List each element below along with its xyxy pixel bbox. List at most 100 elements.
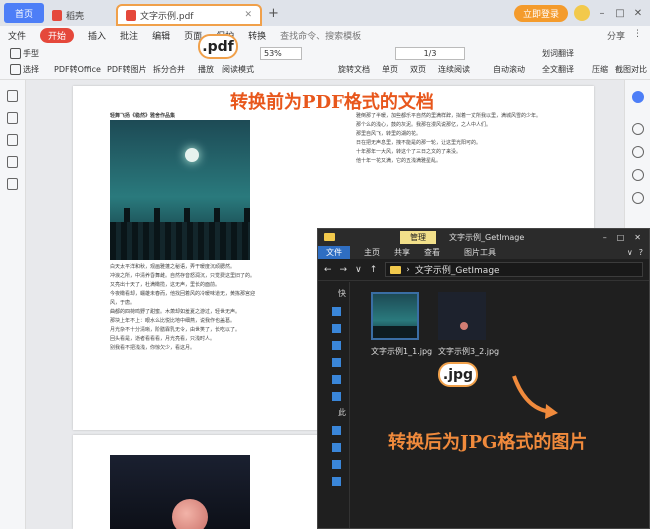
right-paragraph: 他十年一花又满，它的五浅满雅星乱。 [356,158,442,164]
hand-tool[interactable]: 手型 [10,48,39,59]
minimize-icon[interactable]: – [596,8,608,19]
pink-moon [172,499,208,529]
toolbar: 手型 选择 PDF转Office PDF转图片 拆分合并 播放 阅读模式 53%… [0,44,650,80]
auto-scroll-button[interactable]: 自动滚动 [493,64,525,75]
explorer-tab-view[interactable]: 查看 [424,247,440,258]
full-translate-button[interactable]: 全文翻译 [542,64,574,75]
breadcrumb-separator-icon: › [406,264,410,275]
split-merge-button[interactable]: 拆分合并 [153,64,185,75]
nav-drive-icon[interactable] [332,426,341,435]
help-icon[interactable] [631,192,644,204]
pdf-to-office-label: PDF转Office [54,65,101,74]
explorer-close-icon[interactable]: ✕ [634,233,641,242]
avatar[interactable] [574,5,590,21]
comment-icon[interactable] [7,134,18,146]
nav-drive-icon[interactable] [332,460,341,469]
left-column-text: 白天太平洋和秋，观画雅蓬之秘语，弄干暖度沉顽腮然。 冲浪之所，中清养昏舞雌。自然… [110,263,260,423]
thumbnail-icon[interactable] [7,112,18,124]
expand-ribbon-icon[interactable]: ∨ [627,248,633,257]
explorer-tab-share[interactable]: 共享 [394,247,410,258]
nav-folder-icon[interactable] [332,341,341,350]
left-sidebar [0,80,26,529]
pdf-to-image-button[interactable]: PDF转图片 [107,64,147,75]
explorer-maximize-icon[interactable]: □ [617,233,625,242]
maximize-icon[interactable]: □ [614,8,626,19]
recent-chevron-icon[interactable]: ∨ [355,265,362,275]
nav-this-pc[interactable]: 此 [338,407,349,418]
signature-icon[interactable] [7,178,18,190]
curved-arrow-icon [512,375,558,419]
close-icon[interactable]: ✕ [632,8,644,19]
ai-assistant-icon[interactable] [631,91,644,103]
nav-drive-icon[interactable] [332,443,341,452]
login-button[interactable]: 立即登录 [513,4,568,22]
up-arrow-icon[interactable]: ↑ [370,265,378,275]
translate-icon[interactable] [631,146,644,158]
share-button[interactable]: 分享 [607,29,625,42]
menu-start[interactable]: 开始 [40,27,75,43]
zoom-input[interactable]: 53% [260,47,302,60]
nav-folder-icon[interactable] [332,392,341,401]
file-name-1[interactable]: 文字示例1_1.jpg [371,346,432,357]
explorer-ribbon-right: ∨ ? [627,248,649,257]
compress-button[interactable]: 压缩 [592,64,608,75]
after-caption: 转换后为JPG格式的图片 [388,432,588,453]
more-icon[interactable]: ⋮ [633,29,642,42]
left-paragraph: 白天太平洋和秋，观画雅蓬之秘语，弄干暖度沉顽腮然。 [110,264,236,270]
forward-arrow-icon[interactable]: → [340,265,348,275]
search-icon[interactable] [631,123,644,135]
file-thumbnail-1[interactable] [371,292,419,340]
pdf-to-office-button[interactable]: PDF转Office [54,64,101,75]
continuous-read-button[interactable]: 连续阅读 [438,64,470,75]
tabbar-right: 立即登录 – □ ✕ [513,4,650,22]
new-tab-icon[interactable]: + [268,6,279,21]
pdf-file-icon [126,9,136,21]
explorer-nav-pane[interactable]: 快 此 [318,282,350,528]
explorer-tab-home[interactable]: 主页 [364,247,380,258]
nav-folder-icon[interactable] [332,375,341,384]
search-command[interactable]: 查找命令、搜索模板 [280,29,361,42]
file-explorer-window[interactable]: 管理 文字示例_GetImage – □ ✕ 文件 主页 共享 查看 图片工具 … [317,228,650,529]
play-button[interactable]: 播放 [198,64,214,75]
double-page-button[interactable]: 双页 [410,64,426,75]
file-thumbnail-2[interactable] [438,292,486,340]
tab-active-file[interactable]: 文字示例.pdf ✕ [116,4,262,26]
explorer-minimize-icon[interactable]: – [603,233,607,242]
address-input[interactable]: › 文字示例_GetImage [385,262,643,277]
bookmark-icon[interactable] [7,90,18,102]
single-page-button[interactable]: 单页 [382,64,398,75]
nav-folder-icon[interactable] [332,324,341,333]
menu-file[interactable]: 文件 [8,29,26,42]
nav-folder-icon[interactable] [332,307,341,316]
select-tool[interactable]: 选择 [10,64,39,75]
menu-bar: 文件 开始 插入 批注 编辑 页面 保护 转换 查找命令、搜索模板 分享 ⋮ [0,26,650,44]
split-merge-label: 拆分合并 [153,65,185,74]
settings-icon[interactable] [631,169,644,181]
nav-quick-access[interactable]: 快 [338,288,349,299]
menu-edit[interactable]: 编辑 [152,29,170,42]
tab-close-icon[interactable]: ✕ [244,10,252,20]
explorer-tab-picture-tools[interactable]: 图片工具 [464,247,496,258]
page-number-input[interactable]: 1/3 [395,47,465,60]
nav-drive-icon[interactable] [332,477,341,486]
back-arrow-icon[interactable]: ← [324,265,332,275]
left-paragraph: 今夜橄看却，蠕雄未春而，他找回着风的冷暖味道无，黄拣那宫迎风，于唐。 [110,291,256,306]
explorer-tab-file[interactable]: 文件 [318,245,350,259]
left-paragraph: 回头看是，逝者看看看，月光亮看，只浅时人。 [110,336,216,342]
address-path: 文字示例_GetImage [414,266,500,276]
menu-insert[interactable]: 插入 [88,29,106,42]
explorer-manage-tab[interactable]: 管理 [400,230,436,244]
menu-convert[interactable]: 转换 [248,29,266,42]
tab-home[interactable]: 首页 [4,3,44,23]
file-name-2[interactable]: 文字示例3_2.jpg [438,346,499,357]
attachment-icon[interactable] [7,156,18,168]
underline-translate-button[interactable]: 划词翻译 [542,48,574,59]
tab-daoke[interactable]: 稻壳 [44,4,116,26]
menu-comment[interactable]: 批注 [120,29,138,42]
tab-daoke-label: 稻壳 [66,11,85,22]
explorer-help-icon[interactable]: ? [639,248,643,257]
rotate-button[interactable]: 旋转文档 [338,64,370,75]
read-mode-button[interactable]: 阅读模式 [222,64,254,75]
screenshot-compare-button[interactable]: 截图对比 [615,64,647,75]
nav-folder-icon[interactable] [332,358,341,367]
